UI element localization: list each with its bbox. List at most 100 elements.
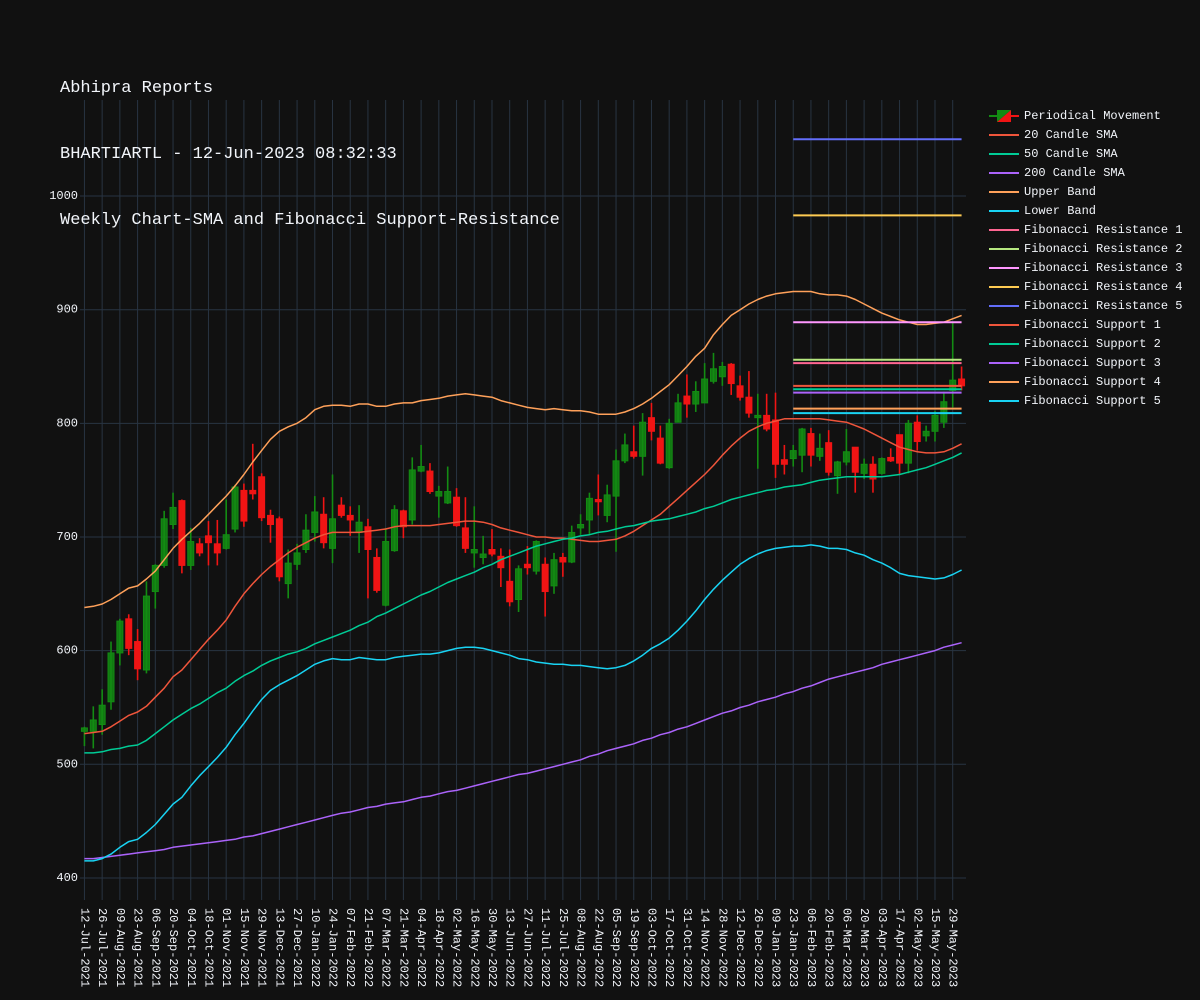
legend-item-fib-resistance-2[interactable]: Fibonacci Resistance 2 [988, 239, 1182, 258]
candle [258, 473, 266, 522]
candle-body [311, 511, 319, 533]
candle-body [718, 366, 726, 378]
x-tick-label: 12-Dec-2022 [733, 908, 747, 987]
line-swatch-icon [989, 342, 1019, 345]
candle-body [621, 444, 629, 462]
candle-body [807, 433, 815, 456]
candle [701, 363, 709, 404]
legend-item-fib-resistance-1[interactable]: Fibonacci Resistance 1 [988, 220, 1182, 239]
fibonacci-levels [793, 138, 962, 415]
candle [904, 419, 912, 474]
y-tick-label: 400 [56, 871, 78, 885]
legend-label: 50 Candle SMA [1024, 146, 1118, 161]
y-tick-label: 500 [56, 757, 78, 771]
x-tick-label: 09-Aug-2021 [113, 908, 127, 987]
candle [727, 363, 735, 395]
candle-body [337, 504, 345, 516]
legend-item-fib-support-1[interactable]: Fibonacci Support 1 [988, 315, 1182, 334]
legend-item-fib-support-4[interactable]: Fibonacci Support 4 [988, 372, 1182, 391]
candle-body [231, 486, 239, 530]
candle-body [373, 556, 381, 591]
candle [329, 474, 337, 564]
x-tick-label: 03-Oct-2022 [644, 908, 658, 987]
candle-body [497, 555, 505, 569]
legend-label: 20 Candle SMA [1024, 127, 1118, 142]
candle-body [479, 553, 487, 558]
candle [745, 371, 753, 418]
candle [940, 391, 948, 428]
candle [763, 393, 771, 432]
candle-body [435, 491, 443, 497]
legend-item-50-sma[interactable]: 50 Candle SMA [988, 144, 1182, 163]
candle-body [842, 451, 850, 463]
legend-label: Fibonacci Support 5 [1024, 393, 1161, 408]
x-tick-label: 05-Sep-2022 [609, 908, 623, 987]
x-tick-label: 10-Jan-2022 [308, 908, 322, 987]
candle-body [559, 556, 567, 563]
legend-item-periodical-movement[interactable]: Periodical Movement [988, 106, 1182, 125]
legend-item-200-sma[interactable]: 200 Candle SMA [988, 163, 1182, 182]
legend-label: Fibonacci Resistance 1 [1024, 222, 1183, 237]
x-tick-label: 14-Nov-2022 [698, 908, 712, 987]
candle [656, 425, 664, 465]
candle-body [772, 419, 780, 465]
candle-body [674, 402, 682, 423]
x-tick-label: 17-Apr-2023 [893, 908, 907, 987]
legend-item-20-sma[interactable]: 20 Candle SMA [988, 125, 1182, 144]
legend-label: 200 Candle SMA [1024, 165, 1125, 180]
legend-label: Upper Band [1024, 184, 1097, 199]
candle-body [639, 421, 647, 457]
legend-item-fib-support-2[interactable]: Fibonacci Support 2 [988, 334, 1182, 353]
x-tick-label: 06-Mar-2023 [839, 908, 853, 987]
x-tick-label: 06-Feb-2023 [804, 908, 818, 987]
candle [585, 492, 593, 535]
candle [275, 516, 283, 582]
candle [506, 549, 514, 607]
candle [408, 457, 416, 525]
legend-item-fib-support-5[interactable]: Fibonacci Support 5 [988, 391, 1182, 410]
candle [692, 381, 700, 412]
x-tick-label: 18-Apr-2022 [432, 908, 446, 987]
candle [444, 466, 452, 505]
candle [80, 726, 88, 747]
x-tick-label: 18-Oct-2021 [201, 908, 215, 987]
candle [718, 361, 726, 386]
candle [869, 456, 877, 493]
x-tick-label: 24-Jan-2022 [326, 908, 340, 987]
x-tick-label: 20-Mar-2023 [857, 908, 871, 987]
x-tick-label: 02-May-2023 [910, 908, 924, 987]
legend-label: Fibonacci Support 2 [1024, 336, 1161, 351]
candle [142, 581, 150, 674]
candle [213, 519, 221, 566]
line-swatch-icon [989, 247, 1019, 250]
candle-body [904, 422, 912, 464]
legend-item-fib-resistance-3[interactable]: Fibonacci Resistance 3 [988, 258, 1182, 277]
candle-body [364, 526, 372, 550]
candle [89, 706, 97, 749]
x-tick-label: 30-May-2022 [485, 908, 499, 987]
candle-body [727, 363, 735, 385]
candle-body [222, 534, 230, 549]
candle-body [196, 543, 204, 554]
candle [302, 514, 310, 553]
x-tick-label: 01-Nov-2021 [219, 908, 233, 987]
x-tick-label: 22-Aug-2022 [591, 908, 605, 987]
legend-item-fib-resistance-5[interactable]: Fibonacci Resistance 5 [988, 296, 1182, 315]
candle [541, 557, 549, 617]
legend-item-lower-band[interactable]: Lower Band [988, 201, 1182, 220]
x-tick-label: 03-Apr-2023 [875, 908, 889, 987]
legend-item-fib-resistance-4[interactable]: Fibonacci Resistance 4 [988, 277, 1182, 296]
candle-body [515, 568, 523, 601]
candle [373, 548, 381, 593]
candle-body [798, 428, 806, 456]
x-tick-label: 29-Nov-2021 [255, 908, 269, 987]
line-swatch-icon [989, 171, 1019, 174]
candle [851, 446, 859, 493]
50-candle-sma-line [84, 452, 962, 754]
candle [284, 549, 292, 599]
candle [550, 552, 558, 594]
legend-item-fib-support-3[interactable]: Fibonacci Support 3 [988, 353, 1182, 372]
candle [320, 497, 328, 549]
candle [107, 641, 115, 710]
legend-item-upper-band[interactable]: Upper Band [988, 182, 1182, 201]
